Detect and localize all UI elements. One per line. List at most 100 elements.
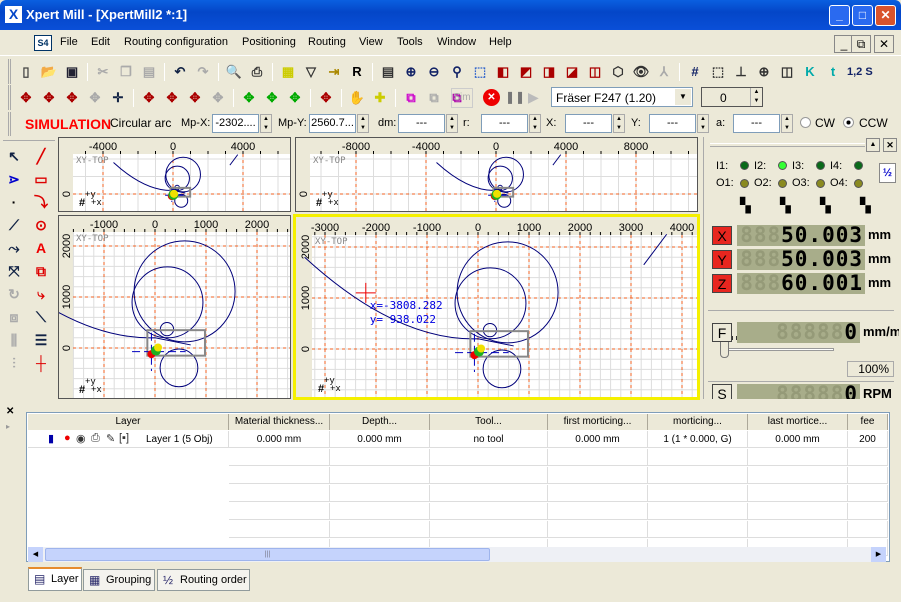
menu-routing-configuration[interactable]: Routing configuration — [124, 36, 228, 48]
axis-f-button[interactable]: F — [712, 323, 732, 342]
visibility-eye-icon[interactable]: ◉ — [76, 432, 86, 445]
table-cell[interactable]: 0.000 mm — [548, 431, 648, 448]
mpx-input[interactable]: -2302.... — [212, 114, 259, 133]
column-header[interactable]: morticing... — [648, 414, 748, 430]
fit-view-icon[interactable]: ▤ — [377, 61, 399, 83]
axis-icon[interactable]: ┼ — [30, 352, 52, 374]
offset-icon[interactable]: ⤧ — [3, 260, 25, 282]
half-button[interactable]: ½ — [879, 163, 896, 183]
dm-spin[interactable]: ▲ ▼ — [446, 114, 458, 133]
move-n3-icon[interactable]: ✥ — [184, 87, 206, 109]
open-icon[interactable]: 📂 — [38, 61, 60, 83]
axes-icon[interactable]: ⅄ — [653, 61, 675, 83]
cube-back-icon[interactable]: ◪ — [561, 61, 583, 83]
axis-x-button[interactable]: X — [712, 226, 732, 245]
t-icon[interactable]: t — [822, 61, 844, 83]
axis-s-button[interactable]: S — [712, 384, 732, 399]
rectangle-tool-icon[interactable]: ▭ — [30, 168, 52, 190]
panel-grip[interactable] — [710, 143, 865, 147]
column-header[interactable]: first morticing... — [548, 414, 648, 430]
cube-side-icon[interactable]: ◨ — [538, 61, 560, 83]
distribute-icon[interactable]: ⫶ — [3, 352, 25, 374]
mpy-input[interactable]: 2560.7... — [309, 114, 356, 133]
select-arrow-icon[interactable]: ↖ — [3, 145, 25, 167]
print-icon[interactable]: ⎙ — [246, 61, 268, 83]
panel-close-button[interactable]: ✕ — [883, 138, 897, 152]
view-bottom-left[interactable]: -1000 0 1000 2000 2000 1000 0 XY-TOP +y +x # — [58, 215, 291, 399]
pane-close-icon[interactable]: ✕ — [6, 406, 14, 417]
eye-icon[interactable]: 👁 — [630, 61, 652, 83]
node-edit-icon[interactable]: ⋗ — [3, 168, 25, 190]
new-icon[interactable]: ▯ — [15, 61, 37, 83]
menu-view[interactable]: View — [359, 36, 383, 48]
viewport-canvas[interactable]: -4000 0 40000XY-TOP+y+x# — [59, 138, 290, 211]
menu-window[interactable]: Window — [437, 36, 476, 48]
rotate-icon[interactable]: ↻ — [3, 283, 25, 305]
sim-button[interactable]: Sim — [451, 88, 473, 108]
y-spin[interactable]: ▲ ▼ — [697, 114, 709, 133]
redo-icon[interactable]: ↷ — [192, 61, 214, 83]
stamp-icon[interactable]: ⧉ — [30, 260, 52, 282]
snap-icon[interactable]: ⊕ — [753, 61, 775, 83]
r-input[interactable]: --- — [481, 114, 528, 133]
layer-icon[interactable]: ▦ — [277, 61, 299, 83]
move-r1-icon[interactable]: ✥ — [15, 87, 37, 109]
panel-collapse-button[interactable]: ▲ — [866, 138, 880, 152]
layer-bounds-icon[interactable]: [▪] — [119, 432, 129, 444]
table-cell[interactable]: 1 (1 * 0.000, G) — [648, 431, 748, 448]
column-header[interactable]: fee — [848, 414, 888, 430]
viewport-canvas[interactable]: -3000 -2000 -1000 0 1000 2000 3000 4000 2000 1000… — [296, 217, 697, 397]
tab-layer[interactable]: ▤ Layer — [28, 567, 82, 591]
move-r2-icon[interactable]: ✥ — [38, 87, 60, 109]
move-icon[interactable]: ✛ — [107, 87, 129, 109]
table-cell[interactable]: 200 — [848, 431, 888, 448]
pause-icon[interactable]: ❚❚ — [505, 90, 525, 104]
crosshair-icon[interactable]: ✚ — [369, 87, 391, 109]
pane-pin-icon[interactable]: ▸ — [6, 422, 10, 431]
horizontal-scrollbar[interactable]: ◀ ||| ▶ — [28, 547, 886, 562]
paste-icon[interactable]: ▤ — [138, 61, 160, 83]
point-icon[interactable]: · — [3, 191, 25, 213]
view-top-left[interactable]: -4000 0 4000 0 XY-TOP +y +x # — [58, 137, 291, 212]
y-input[interactable]: --- — [649, 114, 696, 133]
close-button[interactable]: ✕ — [875, 5, 896, 26]
ccw-radio[interactable] — [843, 117, 854, 128]
machine-icon[interactable]: ⧉ — [400, 87, 422, 109]
line-tool-icon[interactable]: ╱ — [30, 145, 52, 167]
stop-icon[interactable]: ✕ — [483, 89, 500, 106]
mpx-spin[interactable]: ▲ ▼ — [260, 114, 272, 133]
menu-routing[interactable]: Routing — [308, 36, 346, 48]
cube-wire-icon[interactable]: ⬡ — [607, 61, 629, 83]
zoom-in-icon[interactable]: ⊕ — [400, 61, 422, 83]
column-header[interactable]: Depth... — [330, 414, 430, 430]
view-3d-icon[interactable]: ⬚ — [469, 61, 491, 83]
counter-spin[interactable]: ▲ ▼ — [750, 88, 762, 106]
dm-input[interactable]: --- — [398, 114, 445, 133]
menu-positioning[interactable]: Positioning — [242, 36, 296, 48]
table-cell[interactable]: 0.000 mm — [330, 431, 430, 448]
move-w1-icon[interactable]: ✥ — [238, 87, 260, 109]
move-r4-icon[interactable]: ✥ — [84, 87, 106, 109]
dimension-icon[interactable]: ⊥ — [730, 61, 752, 83]
circle-tool-icon[interactable]: ⊙ — [30, 214, 52, 236]
move-w3-icon[interactable]: ✥ — [284, 87, 306, 109]
menu-file[interactable]: File — [60, 36, 78, 48]
menu-help[interactable]: Help — [489, 36, 512, 48]
cube-top-icon[interactable]: ◩ — [515, 61, 537, 83]
numbering-icon[interactable]: 1,2 S — [845, 61, 875, 83]
mirror-icon[interactable]: ⧈ — [3, 306, 25, 328]
menu-edit[interactable]: Edit — [91, 36, 110, 48]
switch-icon[interactable]: ▚ — [740, 197, 751, 214]
a-input[interactable]: --- — [733, 114, 780, 133]
print-preview-icon[interactable]: 🔍 — [223, 61, 245, 83]
selection-icon[interactable]: ⬚ — [707, 61, 729, 83]
x-spin[interactable]: ▲ ▼ — [613, 114, 625, 133]
filter-icon[interactable]: ▽ — [300, 61, 322, 83]
move-n1-icon[interactable]: ✥ — [138, 87, 160, 109]
r-spin[interactable]: ▲ ▼ — [529, 114, 541, 133]
mdi-restore-button[interactable]: ⧉ — [851, 35, 871, 53]
scroll-thumb[interactable]: ||| — [45, 548, 490, 561]
table-cell[interactable]: 0.000 mm — [229, 431, 330, 448]
x-input[interactable]: --- — [565, 114, 612, 133]
feed-override-slider[interactable] — [722, 348, 834, 351]
